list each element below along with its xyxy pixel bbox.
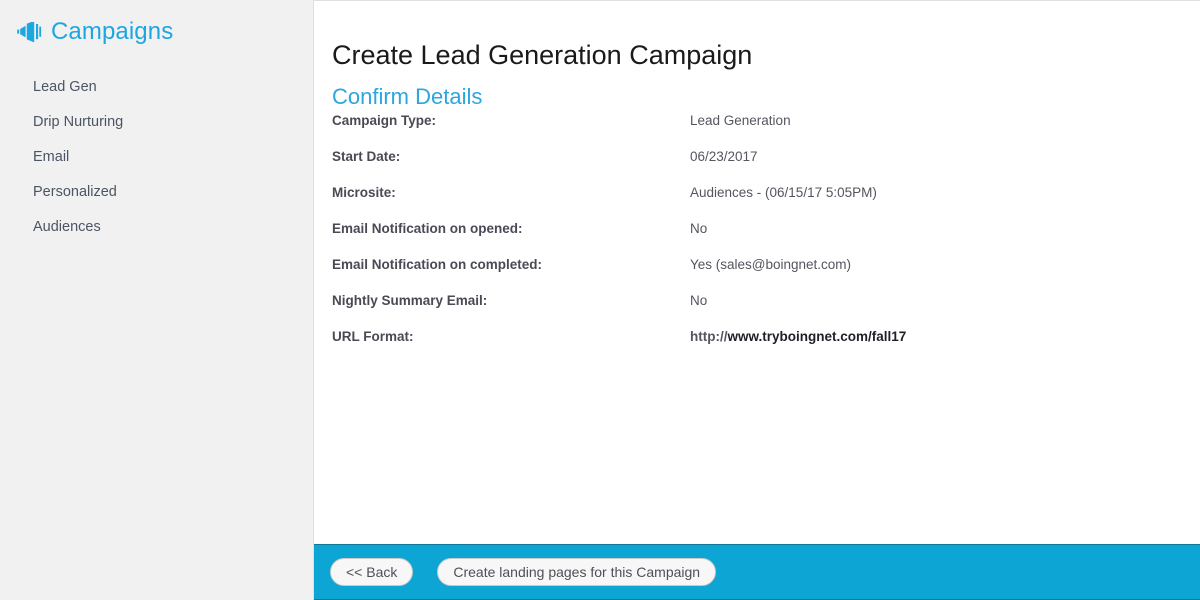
detail-value-campaign-type: Lead Generation <box>690 113 791 128</box>
url-scheme: http:// <box>690 329 728 344</box>
sidebar-nav: Lead Gen Drip Nurturing Email Personaliz… <box>0 70 313 245</box>
detail-label-microsite: Microsite: <box>332 185 396 200</box>
detail-row: Start Date: 06/23/2017 <box>332 149 1180 185</box>
sidebar-item-drip-nurturing[interactable]: Drip Nurturing <box>0 105 313 140</box>
sidebar-item-personalized[interactable]: Personalized <box>0 175 313 210</box>
content-panel: Create Lead Generation Campaign Confirm … <box>313 0 1200 600</box>
confirm-details-list: Campaign Type: Lead Generation Start Dat… <box>332 113 1180 365</box>
footer-action-bar: << Back Create landing pages for this Ca… <box>314 544 1200 600</box>
detail-label-nightly-summary-email: Nightly Summary Email: <box>332 293 488 308</box>
back-button[interactable]: << Back <box>330 558 414 586</box>
detail-value-email-notification-completed: Yes (sales@boingnet.com) <box>690 257 852 272</box>
content-body: Create Lead Generation Campaign Confirm … <box>314 1 1200 543</box>
detail-row: URL Format: http://www.tryboingnet.com/f… <box>332 329 1180 365</box>
sidebar-title: Campaigns <box>51 18 174 45</box>
sidebar-header: Campaigns <box>16 20 173 44</box>
detail-value-url-format: http://www.tryboingnet.com/fall17 <box>690 329 906 344</box>
detail-row: Campaign Type: Lead Generation <box>332 113 1180 149</box>
url-host: www.tryboingnet.com/fall17 <box>727 329 907 344</box>
detail-row: Nightly Summary Email: No <box>332 293 1180 329</box>
sidebar-item-lead-gen[interactable]: Lead Gen <box>0 70 313 105</box>
detail-row: Email Notification on completed: Yes (sa… <box>332 257 1180 293</box>
detail-value-email-notification-opened: No <box>690 221 708 236</box>
sidebar-item-audiences[interactable]: Audiences <box>0 210 313 245</box>
sidebar: Campaigns Lead Gen Drip Nurturing Email … <box>0 0 313 600</box>
detail-value-start-date: 06/23/2017 <box>690 149 758 164</box>
detail-value-nightly-summary-email: No <box>690 293 708 308</box>
detail-label-start-date: Start Date: <box>332 149 401 164</box>
app-root: Campaigns Lead Gen Drip Nurturing Email … <box>0 0 1200 600</box>
detail-label-email-notification-opened: Email Notification on opened: <box>332 221 523 236</box>
detail-row: Email Notification on opened: No <box>332 221 1180 257</box>
page-title: Create Lead Generation Campaign <box>332 40 753 71</box>
sidebar-item-email[interactable]: Email <box>0 140 313 175</box>
detail-row: Microsite: Audiences - (06/15/17 5:05PM) <box>332 185 1180 221</box>
page-subtitle: Confirm Details <box>332 84 483 110</box>
detail-value-microsite: Audiences - (06/15/17 5:05PM) <box>690 185 877 200</box>
detail-label-email-notification-completed: Email Notification on completed: <box>332 257 543 272</box>
create-landing-pages-button[interactable]: Create landing pages for this Campaign <box>437 558 717 586</box>
megaphone-icon <box>16 21 42 43</box>
detail-label-campaign-type: Campaign Type: <box>332 113 437 128</box>
detail-label-url-format: URL Format: <box>332 329 414 344</box>
